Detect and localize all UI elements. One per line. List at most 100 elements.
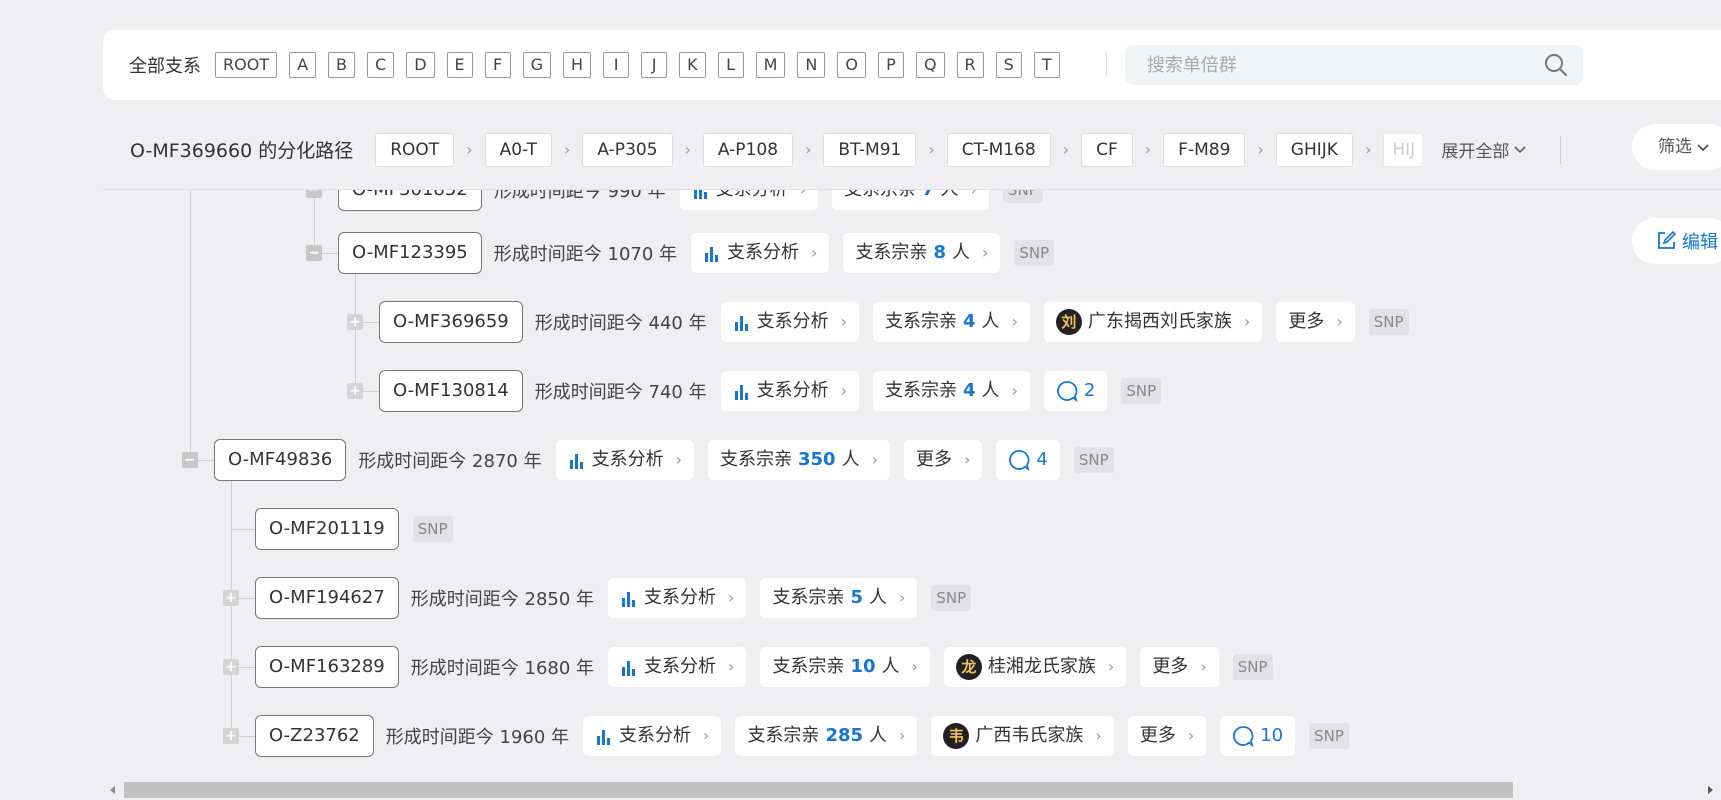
breadcrumb-item[interactable]: GHIJK <box>1275 132 1353 167</box>
haplogroup-node[interactable]: O-MF194627 <box>255 577 399 619</box>
letter-filter-p[interactable]: P <box>877 52 904 78</box>
letter-filter-e[interactable]: E <box>446 52 473 78</box>
search-icon[interactable] <box>1543 52 1569 78</box>
family-name: 广东揭西刘氏家族 <box>1087 311 1232 332</box>
letter-filter-q[interactable]: Q <box>915 52 945 78</box>
snp-badge[interactable]: SNP <box>1073 447 1114 473</box>
snp-badge[interactable]: SNP <box>1121 378 1162 404</box>
collapse-toggle[interactable]: − <box>306 245 322 261</box>
scrollbar-thumb[interactable] <box>124 782 1513 798</box>
more-button[interactable]: 更多 › <box>1276 302 1355 342</box>
letter-filter-f[interactable]: F <box>484 52 511 78</box>
letter-filter-j[interactable]: J <box>641 52 668 78</box>
branch-analysis-button[interactable]: 支系分析 › <box>691 233 830 273</box>
branch-analysis-button[interactable]: 支系分析 › <box>720 302 859 342</box>
chevron-right-icon: › <box>684 140 691 159</box>
comments-button[interactable]: 4 <box>996 440 1060 480</box>
expand-toggle[interactable]: + <box>223 590 239 606</box>
haplogroup-node[interactable]: O-MF301852 <box>338 190 482 211</box>
letter-filter-c[interactable]: C <box>367 52 395 78</box>
letter-filter-h[interactable]: H <box>563 52 592 78</box>
horizontal-scrollbar[interactable] <box>103 780 1721 800</box>
letter-filter-g[interactable]: G <box>522 52 552 78</box>
haplogroup-node[interactable]: O-MF201119 <box>255 508 399 550</box>
breadcrumb-item[interactable]: A0-T <box>484 132 553 167</box>
snp-badge[interactable]: SNP <box>1014 240 1055 266</box>
branch-analysis-button[interactable]: 支系分析 › <box>608 647 747 687</box>
chevron-right-icon: › <box>899 726 906 745</box>
breadcrumb-item[interactable]: HIJ <box>1383 132 1424 167</box>
chevron-right-icon: › <box>1336 312 1343 331</box>
letter-filter-r[interactable]: R <box>956 52 984 78</box>
branch-kin-button[interactable]: 支系宗亲 8 人 › <box>843 233 1001 273</box>
family-button[interactable]: 龙桂湘龙氏家族 › <box>943 647 1127 687</box>
comments-button[interactable]: 2 <box>1043 371 1108 411</box>
letter-filter-i[interactable]: I <box>603 52 630 78</box>
breadcrumb-item[interactable]: ROOT <box>375 132 455 167</box>
branch-analysis-button[interactable]: 支系分析 › <box>583 716 722 756</box>
branch-analysis-button[interactable]: 支系分析 › <box>608 578 747 618</box>
kin-unit: 人 <box>841 449 860 470</box>
haplogroup-node[interactable]: O-Z23762 <box>255 715 374 757</box>
branch-kin-button[interactable]: 支系宗亲 350 人 › <box>707 440 890 480</box>
family-button[interactable]: 刘广东揭西刘氏家族 › <box>1043 302 1263 342</box>
snp-badge[interactable]: SNP <box>1232 654 1273 680</box>
scroll-right-icon[interactable] <box>1708 786 1713 794</box>
more-button[interactable]: 更多 › <box>1140 647 1219 687</box>
haplogroup-node[interactable]: O-MF130814 <box>379 370 523 412</box>
branch-kin-button[interactable]: 支系宗亲 10 人 › <box>760 647 930 687</box>
letter-filter-root[interactable]: ROOT <box>215 52 278 78</box>
collapse-toggle[interactable]: − <box>182 452 198 468</box>
letter-filter-b[interactable]: B <box>328 52 356 78</box>
breadcrumb-item[interactable]: F-M89 <box>1163 132 1246 167</box>
branch-kin-button[interactable]: 支系宗亲 4 人 › <box>872 302 1030 342</box>
letter-filter-d[interactable]: D <box>406 52 435 78</box>
letter-filter-s[interactable]: S <box>995 52 1022 78</box>
snp-badge[interactable]: SNP <box>1368 309 1409 335</box>
comments-button[interactable]: 10 <box>1220 716 1296 756</box>
collapse-toggle[interactable]: − <box>306 190 322 198</box>
chevron-right-icon: › <box>928 140 935 159</box>
breadcrumb-item[interactable]: CT-M168 <box>946 132 1051 167</box>
haplogroup-node[interactable]: O-MF163289 <box>255 646 399 688</box>
letter-filter-t[interactable]: T <box>1033 52 1060 78</box>
letter-filter-o[interactable]: O <box>837 52 866 78</box>
scroll-left-icon[interactable] <box>110 786 115 794</box>
more-button[interactable]: 更多 › <box>1127 716 1207 756</box>
snp-badge[interactable]: SNP <box>931 585 972 611</box>
snp-badge[interactable]: SNP <box>1309 723 1349 749</box>
letter-filter-m[interactable]: M <box>755 52 786 78</box>
kin-count: 8 <box>933 242 946 263</box>
letter-filter-k[interactable]: K <box>679 52 706 78</box>
expand-toggle[interactable]: + <box>223 659 239 675</box>
breadcrumb-item[interactable]: A-P108 <box>702 132 794 167</box>
expand-toggle[interactable]: + <box>223 728 239 744</box>
kin-count: 4 <box>962 311 976 332</box>
branch-kin-button[interactable]: 支系宗亲 5 人 › <box>760 578 918 618</box>
expand-toggle[interactable]: + <box>347 314 363 330</box>
letter-filter-n[interactable]: N <box>797 52 826 78</box>
expand-all-button[interactable]: 展开全部 <box>1441 137 1526 162</box>
branch-kin-button[interactable]: 支系宗亲 285 人 › <box>735 716 918 756</box>
search-input[interactable] <box>1146 54 1543 76</box>
branch-analysis-button[interactable]: 支系分析 › <box>555 440 694 480</box>
letter-filter-l[interactable]: L <box>717 52 744 78</box>
family-button[interactable]: 韦广西韦氏家族 › <box>931 716 1114 756</box>
more-button[interactable]: 更多 › <box>903 440 983 480</box>
letter-filter-a[interactable]: A <box>289 52 317 78</box>
branch-kin-button[interactable]: 支系宗亲 4 人 › <box>872 371 1030 411</box>
branch-kin-button[interactable]: 支系宗亲 7人 › <box>831 190 989 210</box>
snp-badge[interactable]: SNP <box>412 516 453 542</box>
branch-analysis-button[interactable]: 支系分析 › <box>679 190 818 210</box>
breadcrumb-item[interactable]: CF <box>1081 132 1133 167</box>
breadcrumb-item[interactable]: BT-M91 <box>823 132 917 167</box>
branch-analysis-button[interactable]: 支系分析 › <box>720 371 859 411</box>
haplogroup-node[interactable]: O-MF369659 <box>379 301 523 343</box>
snp-badge[interactable]: SNP <box>1002 190 1043 203</box>
expand-toggle[interactable]: + <box>347 383 363 399</box>
breadcrumb-item[interactable]: A-P305 <box>582 132 673 167</box>
all-branches-label[interactable]: 全部支系 <box>129 52 201 78</box>
haplogroup-node[interactable]: O-MF123395 <box>338 232 482 274</box>
filter-button[interactable]: 筛选 <box>1632 124 1721 170</box>
haplogroup-node[interactable]: O-MF49836 <box>214 439 347 481</box>
